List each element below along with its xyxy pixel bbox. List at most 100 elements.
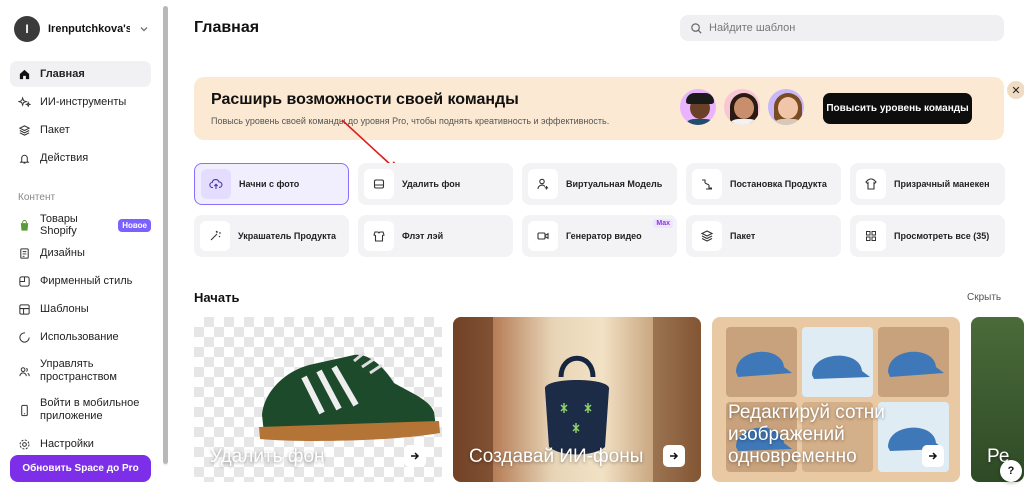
sidebar-item-mobile[interactable]: Войти в мобильное приложение [10,395,151,425]
tool-ghost-mannequin[interactable]: Призрачный манекен [850,163,1005,205]
users-icon [19,366,30,376]
sidebar-item-usage[interactable]: Использование [10,324,151,350]
sneaker-image [259,351,440,441]
shopify-bag-icon [20,219,29,231]
section-label-content: Контент [18,192,56,203]
sidebar-item-label: Дизайны [40,247,85,259]
upgrade-team-button[interactable]: Повысить уровень команды [823,93,972,124]
banner-title: Расширь возможности своей команды [211,91,519,108]
usage-gauge-icon [19,331,30,343]
main-content: Главная Расширь возможности своей команд… [168,0,1024,490]
arrow-right-icon[interactable] [404,445,426,467]
sparkles-icon [18,95,31,107]
sidebar-item-label: ИИ-инструменты [40,96,127,108]
sidebar-item-label: Фирменный стиль [40,275,133,287]
sidebar-item-label: Пакет [40,124,70,136]
tool-label: Пакет [730,231,756,241]
sidebar-item-label: Настройки [40,438,94,450]
card-label: Редактируй сотни изображений одновременн… [728,402,885,467]
grid-icon [856,221,886,251]
video-icon [528,221,558,251]
tool-product-beautifier[interactable]: Украшатель Продукта [194,215,349,257]
sidebar-item-label: Войти в мобильное приложение [40,397,140,422]
layers-icon [692,221,722,251]
remove-background-icon [364,169,394,199]
bell-icon [19,154,30,164]
tool-view-all[interactable]: Просмотреть все (35) [850,215,1005,257]
gear-icon [19,439,30,449]
sidebar: I Irenputchkova's ... Главная ИИ-инструм… [0,0,168,490]
search-input[interactable] [709,22,989,34]
card-label: Создавай ИИ-фоны [469,446,644,467]
card-label: Удалить фон [210,446,325,467]
team-avatar-photo [678,87,718,127]
card-ai-backgrounds[interactable]: Создавай ИИ-фоны [453,317,701,482]
product-staging-icon [692,169,722,199]
upgrade-banner: Расширь возможности своей команды Повысь… [194,77,1024,140]
card-partial[interactable]: Ре [971,317,1024,482]
upgrade-space-button[interactable]: Обновить Space до Pro [10,455,151,482]
tool-flat-lay[interactable]: Флэт лэй [358,215,513,257]
banner-subtitle: Повысь уровень своей команды до уровня P… [211,116,610,126]
flat-lay-icon [364,221,394,251]
sidebar-item-templates[interactable]: Шаблоны [10,296,151,322]
new-badge: Новое [118,218,151,232]
brand-kit-icon [19,275,30,287]
help-button[interactable]: ? [1000,460,1022,482]
tool-label: Флэт лэй [402,231,444,241]
home-icon [19,69,30,79]
sidebar-item-label: Управлять пространством [40,358,117,383]
max-badge: Max [653,219,673,228]
sidebar-item-label: Действия [40,152,89,164]
tool-batch[interactable]: Пакет [686,215,841,257]
sidebar-item-brand[interactable]: Фирменный стиль [10,268,151,294]
tool-virtual-model[interactable]: Виртуальная Модель [522,163,677,205]
tool-label: Удалить фон [402,179,461,189]
sidebar-item-manage-space[interactable]: Управлять пространством [10,356,151,386]
sidebar-item-shopify[interactable]: Товары Shopify Новое [10,212,151,238]
tool-label: Постановка Продукта [730,179,827,189]
hide-link[interactable]: Скрыть [967,292,1001,303]
sidebar-item-batch[interactable]: Пакет [10,117,151,143]
tool-product-staging[interactable]: Постановка Продукта [686,163,841,205]
ghost-mannequin-icon [856,169,886,199]
smartphone-icon [21,404,28,416]
sidebar-item-label: Главная [40,68,85,80]
arrow-right-icon[interactable] [922,445,944,467]
search-icon [691,22,702,34]
sidebar-item-actions[interactable]: Действия [10,145,151,171]
sidebar-item-label: Товары Shopify [40,213,78,237]
designs-icon [20,247,29,259]
sidebar-item-ai-tools[interactable]: ИИ-инструменты [10,89,151,115]
sidebar-item-label: Шаблоны [40,303,89,315]
magic-wand-icon [200,221,230,251]
team-avatar-photo [722,87,762,127]
sidebar-item-home[interactable]: Главная [10,61,151,87]
card-remove-background[interactable]: Удалить фон [194,317,442,482]
workspace-switcher[interactable]: I Irenputchkova's ... [14,15,154,43]
tool-label: Призрачный манекен [894,179,990,189]
card-batch-edit[interactable]: Редактируй сотни изображений одновременн… [712,317,960,482]
tool-remove-background[interactable]: Удалить фон [358,163,513,205]
search-bar[interactable] [680,15,1004,41]
team-avatars [678,87,806,127]
page-title: Главная [194,19,260,36]
sidebar-item-label: Использование [40,331,119,343]
arrow-right-icon[interactable] [663,445,685,467]
tool-label: Просмотреть все (35) [894,231,990,241]
virtual-model-icon [528,169,558,199]
sidebar-item-settings[interactable]: Настройки [10,431,151,457]
templates-icon [19,303,30,315]
upload-cloud-icon [201,169,231,199]
close-icon[interactable]: ✕ [1007,81,1024,99]
workspace-name: Irenputchkova's ... [48,23,130,35]
sidebar-item-designs[interactable]: Дизайны [10,240,151,266]
tool-label: Украшатель Продукта [238,231,337,241]
tool-label: Генератор видео [566,231,642,241]
tool-video-generator[interactable]: Генератор видео Max [522,215,677,257]
app: I Irenputchkova's ... Главная ИИ-инструм… [0,0,1024,490]
tool-label: Начни с фото [239,179,300,189]
chevron-down-icon [140,27,148,32]
tool-start-with-photo[interactable]: Начни с фото [194,163,349,205]
avatar: I [14,16,40,42]
